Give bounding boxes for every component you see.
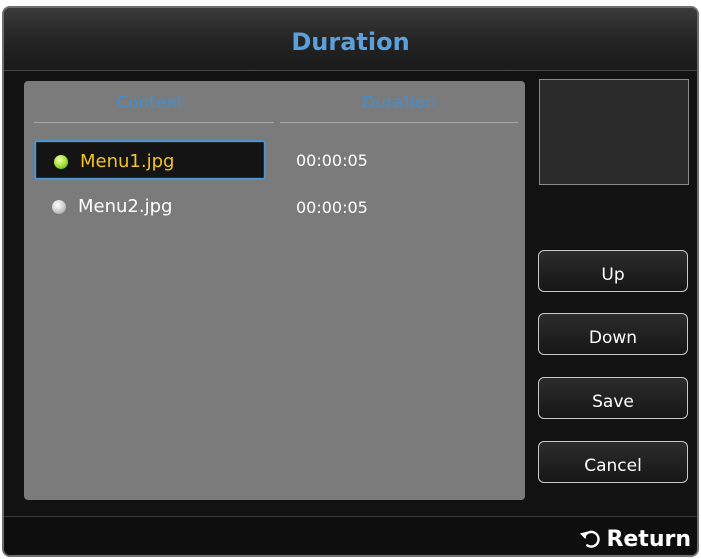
active-status-icon bbox=[54, 155, 68, 169]
content-cell[interactable]: Menu1.jpg bbox=[34, 140, 266, 180]
content-row-1[interactable]: Menu1.jpg 00:00:05 bbox=[34, 140, 514, 180]
cancel-button[interactable]: Cancel bbox=[538, 441, 688, 483]
dialog-title: Duration bbox=[291, 28, 410, 56]
duration-value[interactable]: 00:00:05 bbox=[296, 151, 368, 170]
return-label: Return bbox=[606, 526, 691, 552]
column-header-content: Content bbox=[116, 93, 184, 113]
column-header-duration: Duration bbox=[362, 93, 436, 113]
content-row-2[interactable]: Menu2.jpg 00:00:05 bbox=[34, 187, 514, 227]
content-list-panel: Content Duration Menu1.jpg 00:00:05 Menu… bbox=[24, 81, 525, 500]
footer-bar: Return bbox=[4, 516, 697, 555]
down-button[interactable]: Down bbox=[538, 313, 688, 355]
title-bar: Duration bbox=[4, 8, 697, 71]
duration-dialog: Duration Content Duration Menu1.jpg 00:0… bbox=[2, 6, 699, 557]
file-name: Menu2.jpg bbox=[78, 196, 173, 217]
up-button[interactable]: Up bbox=[538, 250, 688, 292]
file-name: Menu1.jpg bbox=[80, 151, 175, 172]
save-button[interactable]: Save bbox=[538, 377, 688, 419]
content-cell[interactable]: Menu2.jpg bbox=[34, 187, 266, 227]
header-divider bbox=[34, 122, 274, 123]
inactive-status-icon bbox=[52, 200, 66, 214]
return-button[interactable]: Return bbox=[579, 525, 691, 553]
preview-thumbnail bbox=[539, 79, 689, 185]
header-divider bbox=[280, 122, 518, 123]
duration-value[interactable]: 00:00:05 bbox=[296, 198, 368, 217]
return-arrow-icon bbox=[580, 530, 601, 548]
